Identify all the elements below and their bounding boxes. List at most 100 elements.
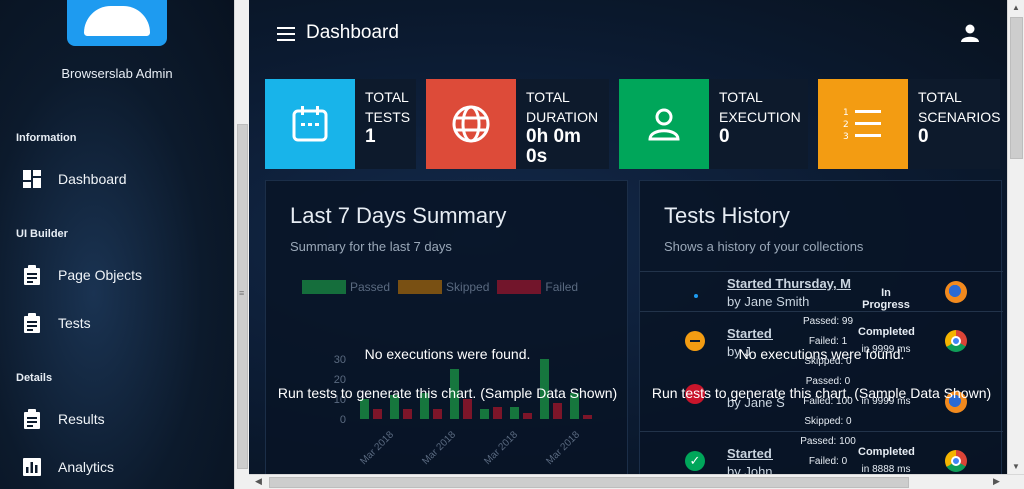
stat-label: SCENARIOS [918, 109, 1001, 125]
progress-dot-icon [694, 294, 698, 298]
history-passed: Passed: 100 [800, 436, 856, 447]
menu-icon[interactable] [277, 27, 295, 41]
history-hint: Run tests to generate this chart. (Sampl… [651, 385, 992, 401]
stat-value: 0 [719, 126, 730, 147]
scroll-up-icon[interactable]: ▲ [1012, 3, 1020, 12]
bar-failed[interactable] [523, 413, 532, 419]
sidebar: Browserslab Admin Information Dashboard … [0, 0, 234, 489]
summary-panel: Last 7 Days Summary Summary for the last… [265, 180, 628, 474]
history-duration: in 8888 ms [861, 464, 911, 474]
main-content: Dashboard TOTAL TESTS 1 TOTAL DURATION 0h 0m… [249, 0, 1007, 474]
history-skipped: Skipped: 0 [804, 416, 852, 427]
sidebar-item-label: Results [58, 411, 105, 427]
stat-value: 1 [365, 126, 376, 147]
history-link[interactable]: Started T [727, 446, 773, 461]
history-title: Tests History [664, 203, 790, 228]
x-tick-label: Mar 2018 [544, 429, 582, 467]
history-failed: Failed: 0 [808, 456, 848, 467]
numbered-list-icon: 1 2 3 [818, 79, 908, 169]
globe-icon [426, 79, 516, 169]
section-details: Details [16, 372, 53, 384]
x-tick-label: Mar 2018 [420, 429, 458, 467]
scroll-right-icon[interactable]: ▶ [993, 476, 1000, 487]
sidebar-item-analytics[interactable]: Analytics [0, 449, 234, 485]
history-row[interactable]: Started T by J Passed: 99 Failed: 1 Skip… [640, 311, 1003, 367]
y-tick-label: 0 [340, 414, 346, 426]
main-scrollbar-thumb[interactable] [1010, 17, 1023, 159]
history-status: Completed [858, 446, 915, 458]
sidebar-scrollbar[interactable]: ≡ [234, 0, 249, 489]
bar-passed[interactable] [510, 407, 519, 419]
bar-failed[interactable] [433, 409, 442, 419]
bar-failed[interactable] [583, 415, 592, 419]
stat-total-execution: TOTAL EXECUTION 0 [619, 79, 808, 169]
history-author: by Jane Smith [727, 294, 810, 309]
svg-text:3: 3 [843, 132, 849, 142]
summary-hint: Run tests to generate this chart. (Sampl… [277, 385, 618, 401]
history-row[interactable]: ✓ Started T by John Passed: 100 Failed: … [640, 431, 1003, 474]
horizontal-scrollbar-thumb[interactable] [269, 477, 909, 488]
clipboard-icon [22, 313, 42, 333]
chrome-icon [945, 450, 967, 472]
bar-failed[interactable] [463, 399, 472, 419]
history-passed: Passed: 99 [802, 316, 854, 327]
bar-chart-icon [22, 457, 42, 477]
account-icon[interactable] [961, 24, 979, 42]
history-link[interactable]: Started Thursday, M [727, 276, 851, 291]
bar-passed[interactable] [480, 409, 489, 419]
summary-empty-message: No executions were found. [364, 346, 531, 362]
stat-total-tests: TOTAL TESTS 1 [265, 79, 416, 169]
sidebar-item-label: Page Objects [58, 267, 143, 283]
x-tick-label: Mar 2018 [358, 429, 396, 467]
x-tick-label: Mar 2018 [482, 429, 520, 467]
summary-title: Last 7 Days Summary [290, 203, 507, 228]
user-icon [619, 79, 709, 169]
bar-passed[interactable] [360, 399, 369, 419]
stat-label: TOTAL [526, 89, 570, 105]
svg-text:1: 1 [843, 108, 849, 118]
sidebar-item-label: Dashboard [58, 171, 127, 187]
check-circle-icon: ✓ [685, 451, 705, 471]
stat-total-scenarios: 1 2 3 TOTAL SCENARIOS 0 [818, 79, 1000, 169]
app-logo [67, 0, 167, 46]
firefox-icon [945, 281, 967, 303]
bar-failed[interactable] [403, 409, 412, 419]
sidebar-item-label: Analytics [58, 459, 115, 475]
dashboard-icon [22, 169, 42, 189]
grip-icon: ≡ [239, 288, 245, 298]
sidebar-item-tests[interactable]: Tests [0, 305, 234, 341]
svg-text:2: 2 [843, 120, 849, 130]
sidebar-item-results[interactable]: Results [0, 401, 234, 437]
bar-failed[interactable] [373, 409, 382, 419]
stat-label: TOTAL [918, 89, 962, 105]
page-title: Dashboard [306, 22, 399, 43]
section-ui-builder: UI Builder [16, 228, 68, 240]
bar-failed[interactable] [553, 403, 562, 419]
stat-value: 0h 0m [526, 126, 581, 147]
stat-label: TESTS [365, 109, 411, 125]
clipboard-icon [22, 265, 42, 285]
stat-value: 0 [918, 126, 929, 147]
stat-label: TOTAL [719, 89, 763, 105]
history-empty-message: No executions were found. [738, 346, 905, 362]
history-row[interactable]: Started Thursday, M by Jane Smith In Pro… [640, 271, 1003, 311]
section-information: Information [16, 132, 77, 144]
stat-label: EXECUTION [719, 109, 801, 125]
main-scrollbar[interactable]: ▲ ▼ [1007, 0, 1024, 474]
scroll-down-icon[interactable]: ▼ [1012, 462, 1020, 471]
stat-label: TOTAL [365, 89, 409, 105]
scroll-left-icon[interactable]: ◀ [255, 476, 262, 487]
sidebar-item-dashboard[interactable]: Dashboard [0, 161, 234, 197]
summary-chart: 3020100Mar 2018 Mar 2018 Mar 2018 Mar 2018 [334, 354, 592, 467]
stat-value: 0s [526, 146, 548, 167]
sidebar-item-page-objects[interactable]: Page Objects [0, 257, 234, 293]
horizontal-scrollbar[interactable]: ◀ ▶ [249, 474, 1024, 489]
stat-total-duration: TOTAL DURATION 0h 0m 0s [426, 79, 609, 169]
history-link[interactable]: Started T [727, 326, 773, 341]
bar-failed[interactable] [493, 407, 502, 419]
history-author: by John [727, 464, 773, 474]
summary-subtitle: Summary for the last 7 days [290, 239, 452, 254]
stat-label: DURATION [526, 109, 599, 125]
history-subtitle: Shows a history of your collections [664, 239, 864, 254]
history-panel: Tests History Shows a history of your co… [639, 180, 1003, 474]
